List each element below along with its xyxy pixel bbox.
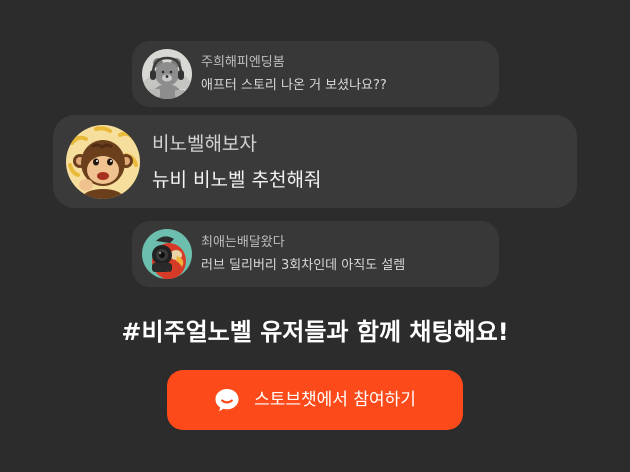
chat-item-1: 주희해피엔딩봄 애프터 스토리 나온 거 보셨나요??	[132, 41, 499, 107]
parrot-avatar-icon	[142, 229, 192, 279]
monkey-avatar-icon	[66, 124, 140, 199]
chat-message: 뉴비 비노벨 추천해줘	[152, 168, 322, 191]
chat-item-3: 최애는배달왔다 러브 딜리버리 3회차인데 아직도 설렘	[132, 221, 499, 287]
chat-bubble-icon	[215, 389, 239, 412]
chat-item-2: 비노벨해보자 뉴비 비노벨 추천해줘	[53, 115, 577, 208]
chat-message: 러브 딜리버리 3회차인데 아직도 설렘	[201, 257, 406, 273]
cta-label: 스토브챗에서 참여하기	[254, 390, 416, 410]
chat-message: 애프터 스토리 나온 거 보셨나요??	[201, 77, 387, 93]
chat-nickname: 비노벨해보자	[152, 132, 257, 155]
chat-nickname: 최애는배달왔다	[201, 234, 285, 250]
chat-nickname: 주희해피엔딩봄	[201, 54, 285, 70]
headline: #비주얼노벨 유저들과 함께 채팅해요!	[121, 318, 509, 346]
bear-avatar-icon	[142, 49, 192, 99]
join-stove-chat-button[interactable]: 스토브챗에서 참여하기	[167, 370, 463, 430]
